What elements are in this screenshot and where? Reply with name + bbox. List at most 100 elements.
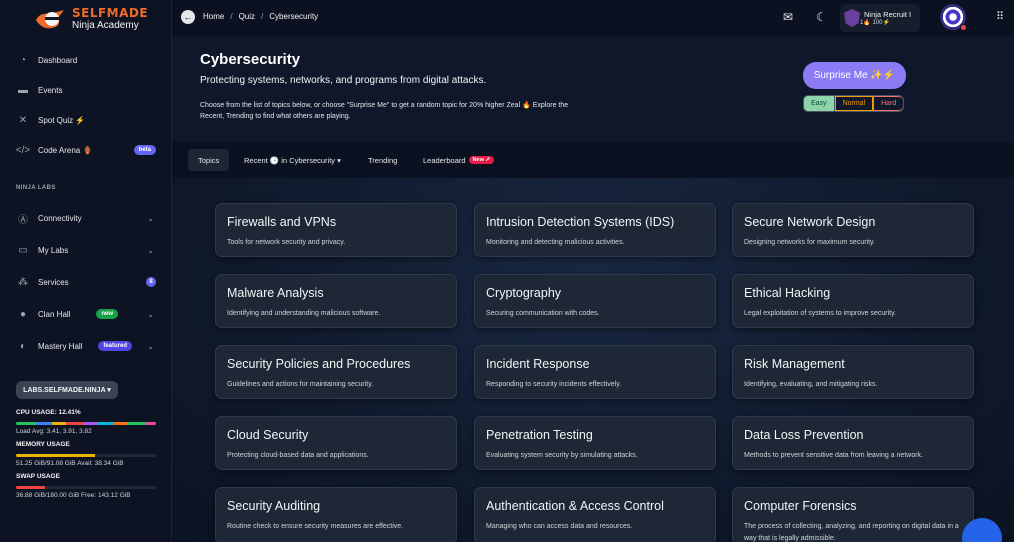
topic-card[interactable]: Risk Management Identifying, evaluating,… <box>732 345 974 399</box>
antenna-icon: Ⓐ <box>18 214 28 226</box>
sidebar-item-mastery-hall[interactable]: ◐ Mastery Hall featured ⌄ <box>16 336 158 356</box>
sidebar-item-code-arena[interactable]: </> Code Arena 🏺 beta <box>16 140 158 160</box>
beta-badge: beta <box>133 145 156 155</box>
breadcrumb-home[interactable]: Home <box>203 12 224 21</box>
topic-card[interactable]: Malware Analysis Identifying and underst… <box>215 274 457 328</box>
tools-icon: ✕ <box>18 114 28 126</box>
topic-title: Authentication & Access Control <box>486 499 664 513</box>
ninja-logo-icon <box>34 6 68 32</box>
topic-card[interactable]: Ethical Hacking Legal exploitation of sy… <box>732 274 974 328</box>
moon-icon[interactable]: ☾ <box>816 10 827 24</box>
difficulty-selector: Easy Normal Hard <box>803 95 905 112</box>
topic-description: Identifying and understanding malicious … <box>227 310 381 317</box>
section-label-ninja-labs: NINJA LABS <box>16 185 56 191</box>
topic-description: Protecting cloud-based data and applicat… <box>227 452 369 459</box>
load-average: Load Avg: 3.41, 3.91, 3.82 <box>16 428 92 435</box>
top-bar: ← Home / Quiz / Cybersecurity ✉ ☾ Ninja … <box>172 0 1014 36</box>
sidebar-item-events[interactable]: ▬ Events <box>16 80 158 100</box>
topic-description: Guidelines and actions for maintaining s… <box>227 381 374 388</box>
topic-card[interactable]: Cryptography Securing communication with… <box>474 274 716 328</box>
difficulty-easy[interactable]: Easy <box>804 96 835 111</box>
breadcrumb-quiz[interactable]: Quiz <box>239 12 255 21</box>
sidebar-item-services[interactable]: ⁂ Services 8 <box>16 272 158 292</box>
box-icon: ▭ <box>18 244 28 256</box>
difficulty-hard[interactable]: Hard <box>873 96 904 111</box>
sidebar-item-label: Connectivity <box>38 213 82 223</box>
swap-usage-label: SWAP USAGE <box>16 473 60 480</box>
mail-icon[interactable]: ✉ <box>783 10 793 24</box>
topic-title: Computer Forensics <box>744 499 857 513</box>
topic-description: Legal exploitation of systems to improve… <box>744 310 896 317</box>
topic-title: Security Auditing <box>227 499 321 513</box>
topic-title: Ethical Hacking <box>744 286 831 300</box>
breadcrumb-separator: / <box>230 12 233 21</box>
profile-card[interactable]: Ninja Recruit I 1🔥 100⚡ <box>840 4 920 32</box>
topic-card[interactable]: Security Auditing Routine check to ensur… <box>215 487 457 542</box>
sidebar-item-label: Dashboard <box>38 55 78 65</box>
breadcrumb-current: Cybersecurity <box>269 12 319 21</box>
topic-card[interactable]: Firewalls and VPNs Tools for network sec… <box>215 203 457 257</box>
topic-card[interactable]: Secure Network Design Designing networks… <box>732 203 974 257</box>
sidebar-item-connectivity[interactable]: Ⓐ Connectivity ⌄ <box>16 208 158 228</box>
topic-card[interactable]: Intrusion Detection Systems (IDS) Monito… <box>474 203 716 257</box>
chevron-down-icon: ⌄ <box>147 245 154 255</box>
topic-card[interactable]: Incident Response Responding to security… <box>474 345 716 399</box>
topic-card[interactable]: Security Policies and Procedures Guideli… <box>215 345 457 399</box>
topic-title: Security Policies and Procedures <box>227 357 411 371</box>
topic-description: Methods to prevent sensitive data from l… <box>744 452 923 459</box>
rank-shield-icon <box>844 9 860 27</box>
chevron-down-icon: ⌄ <box>147 309 154 319</box>
topic-description: Responding to security incidents effecti… <box>486 381 622 388</box>
tab-leaderboard[interactable]: Leaderboard New ↗ <box>413 149 504 171</box>
topic-card[interactable]: Authentication & Access Control Managing… <box>474 487 716 542</box>
sidebar-item-my-labs[interactable]: ▭ My Labs ⌄ <box>16 240 158 260</box>
sidebar-item-label: Spot Quiz ⚡ <box>38 115 86 125</box>
labs-server-dropdown[interactable]: LABS.SELFMADE.NINJA ▾ <box>16 381 118 399</box>
category-header: Cybersecurity Protecting systems, networ… <box>172 36 1014 142</box>
topic-title: Malware Analysis <box>227 286 324 300</box>
shield-icon: ◐ <box>19 340 27 352</box>
swap-usage-bar <box>16 486 156 489</box>
sidebar-item-label: Services <box>38 277 69 287</box>
sidebar-item-spot-quiz[interactable]: ✕ Spot Quiz ⚡ <box>16 110 158 130</box>
topic-card[interactable]: Computer Forensics The process of collec… <box>732 487 974 542</box>
tab-recent[interactable]: Recent 🕒 in Cybersecurity ▾ <box>234 149 351 171</box>
topic-description: Securing communication with codes. <box>486 310 600 317</box>
sidebar-item-dashboard[interactable]: ◔ Dashboard <box>16 50 158 70</box>
sidebar-item-label: My Labs <box>38 245 69 255</box>
cpu-usage-label: CPU USAGE: 12.41% <box>16 409 81 416</box>
memory-usage-label: MEMORY USAGE <box>16 441 70 448</box>
brand-name: SELFMADE <box>72 6 149 20</box>
brand-logo[interactable]: SELFMADE Ninja Academy <box>34 4 154 34</box>
calendar-icon: ▬ <box>18 84 28 96</box>
topic-title: Intrusion Detection Systems (IDS) <box>486 215 675 229</box>
sidebar-item-clan-hall[interactable]: ● Clan Hall new ⌄ <box>16 304 158 324</box>
topics-grid: Firewalls and VPNs Tools for network sec… <box>172 178 1014 542</box>
surprise-me-button[interactable]: Surprise Me ✨⚡ <box>803 62 906 89</box>
users-icon: ● <box>19 308 27 320</box>
topic-card[interactable]: Penetration Testing Evaluating system se… <box>474 416 716 470</box>
breadcrumb: Home / Quiz / Cybersecurity <box>203 12 318 21</box>
difficulty-normal[interactable]: Normal <box>834 96 874 111</box>
topic-description: Managing who can access data and resourc… <box>486 523 633 530</box>
sidebar-item-label: Code Arena 🏺 <box>38 145 93 155</box>
memory-usage-bar <box>16 454 156 457</box>
topic-title: Firewalls and VPNs <box>227 215 337 229</box>
sidebar: SELFMADE Ninja Academy ◔ Dashboard ▬ Eve… <box>0 0 172 542</box>
profile-stats: 1🔥 100⚡ <box>860 20 890 26</box>
tab-trending[interactable]: Trending <box>358 149 407 171</box>
topic-title: Cloud Security <box>227 428 309 442</box>
topic-card[interactable]: Cloud Security Protecting cloud-based da… <box>215 416 457 470</box>
featured-badge: featured <box>98 341 132 351</box>
apps-grid-icon[interactable]: ⠿ <box>996 10 1004 23</box>
topic-title: Data Loss Prevention <box>744 428 864 442</box>
back-arrow-icon[interactable]: ← <box>181 10 195 24</box>
topic-title: Secure Network Design <box>744 215 876 229</box>
brand-subtitle: Ninja Academy <box>72 20 139 31</box>
sidebar-item-label: Events <box>38 85 63 95</box>
topic-description: The process of collecting, analyzing, an… <box>744 523 959 542</box>
topic-card[interactable]: Data Loss Prevention Methods to prevent … <box>732 416 974 470</box>
chevron-down-icon: ⌄ <box>147 341 154 351</box>
topic-description: Routine check to ensure security measure… <box>227 523 404 530</box>
tab-topics[interactable]: Topics <box>188 149 230 171</box>
